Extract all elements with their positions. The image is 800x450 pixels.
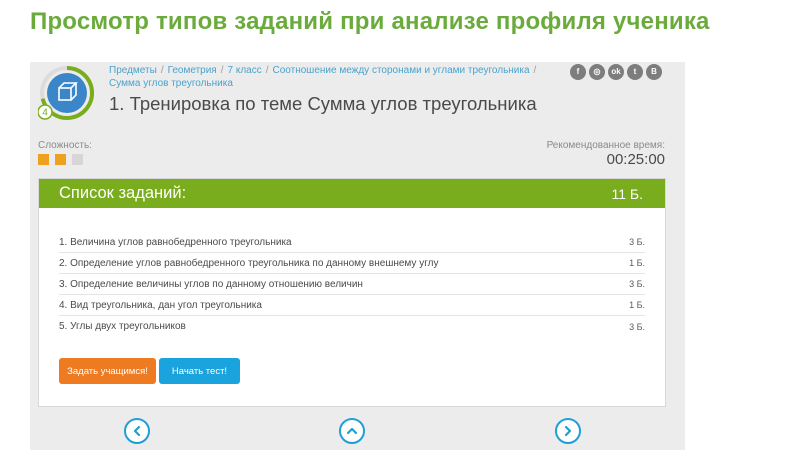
recommended-time-label: Рекомендованное время: (546, 140, 665, 151)
chevron-right-icon (564, 425, 572, 437)
breadcrumb-item-subjects[interactable]: Предметы (109, 65, 157, 76)
difficulty-square (55, 154, 66, 165)
task-list-panel: Список заданий: 11 Б. 1. Величина углов … (38, 178, 666, 407)
task-row[interactable]: 3. Определение величины углов по данному… (59, 274, 645, 295)
breadcrumb: Предметы / Геометрия/7 класс / Соотношение м… (109, 65, 537, 89)
odnoklassniki-icon[interactable]: ok (608, 64, 624, 80)
task-row[interactable]: 1. Величина углов равнобедренного треуго… (59, 232, 645, 253)
task-label: 5. Углы двух треугольников (59, 321, 186, 332)
chevron-left-icon (133, 425, 141, 437)
page-title: 1. Тренировка по теме Сумма углов треуго… (109, 93, 537, 114)
difficulty-indicator (38, 154, 83, 165)
task-row[interactable]: 5. Углы двух треугольников 3 Б. (59, 316, 645, 337)
task-points: 3 Б. (629, 321, 645, 332)
breadcrumb-item-geometry[interactable]: Геометрия (168, 65, 217, 76)
breadcrumb-item-section[interactable]: Соотношение между сторонами и углами тре… (273, 65, 530, 76)
nav-next-button[interactable] (555, 418, 581, 444)
task-points: 1 Б. (629, 300, 645, 310)
task-row[interactable]: 2. Определение углов равнобедренного тре… (59, 253, 645, 274)
topic-badge: 4 (38, 66, 94, 120)
badge-progress-number: 4 (42, 108, 48, 119)
task-list-title: Список заданий: (59, 184, 187, 202)
task-list-total-points: 11 Б. (611, 185, 644, 202)
task-list: 1. Величина углов равнобедренного треуго… (59, 232, 645, 337)
nav-prev-button[interactable] (124, 418, 150, 444)
task-points: 3 Б. (629, 237, 645, 247)
nav-up-button[interactable] (339, 418, 365, 444)
breadcrumb-item-grade[interactable]: 7 класс (228, 65, 262, 76)
difficulty-label: Сложность: (38, 140, 92, 151)
twitter-icon[interactable]: t (627, 64, 643, 80)
difficulty-square (72, 154, 83, 165)
slide-title: Просмотр типов заданий при анализе профи… (30, 8, 710, 35)
chevron-up-icon (346, 427, 358, 435)
start-test-button[interactable]: Начать тест! (159, 358, 240, 384)
task-list-header: Список заданий: 11 Б. (39, 179, 665, 208)
social-share: f ◎ ok t B (570, 64, 662, 80)
task-points: 3 Б. (629, 279, 645, 289)
task-label: 3. Определение величины углов по данному… (59, 278, 363, 290)
task-label: 1. Величина углов равнобедренного треуго… (59, 236, 292, 248)
recommended-time-value: 00:25:00 (606, 151, 665, 168)
odnoklassniki-icon[interactable]: ◎ (589, 64, 605, 80)
task-row[interactable]: 4. Вид треугольника, дан угол треугольни… (59, 295, 645, 316)
task-label: 4. Вид треугольника, дан угол треугольни… (59, 299, 262, 311)
assign-to-students-button[interactable]: Задать учащимся! (59, 358, 156, 384)
task-label: 2. Определение углов равнобедренного тре… (59, 257, 439, 269)
vk-icon[interactable]: B (646, 64, 662, 80)
difficulty-square (38, 154, 49, 165)
screenshot-area: 4 Предметы / Геометрия/7 класс / Соотношение… (30, 62, 685, 450)
facebook-icon[interactable]: f (570, 64, 586, 80)
task-points: 1 Б. (629, 258, 645, 268)
breadcrumb-item-topic[interactable]: Сумма углов треугольника (109, 78, 233, 89)
